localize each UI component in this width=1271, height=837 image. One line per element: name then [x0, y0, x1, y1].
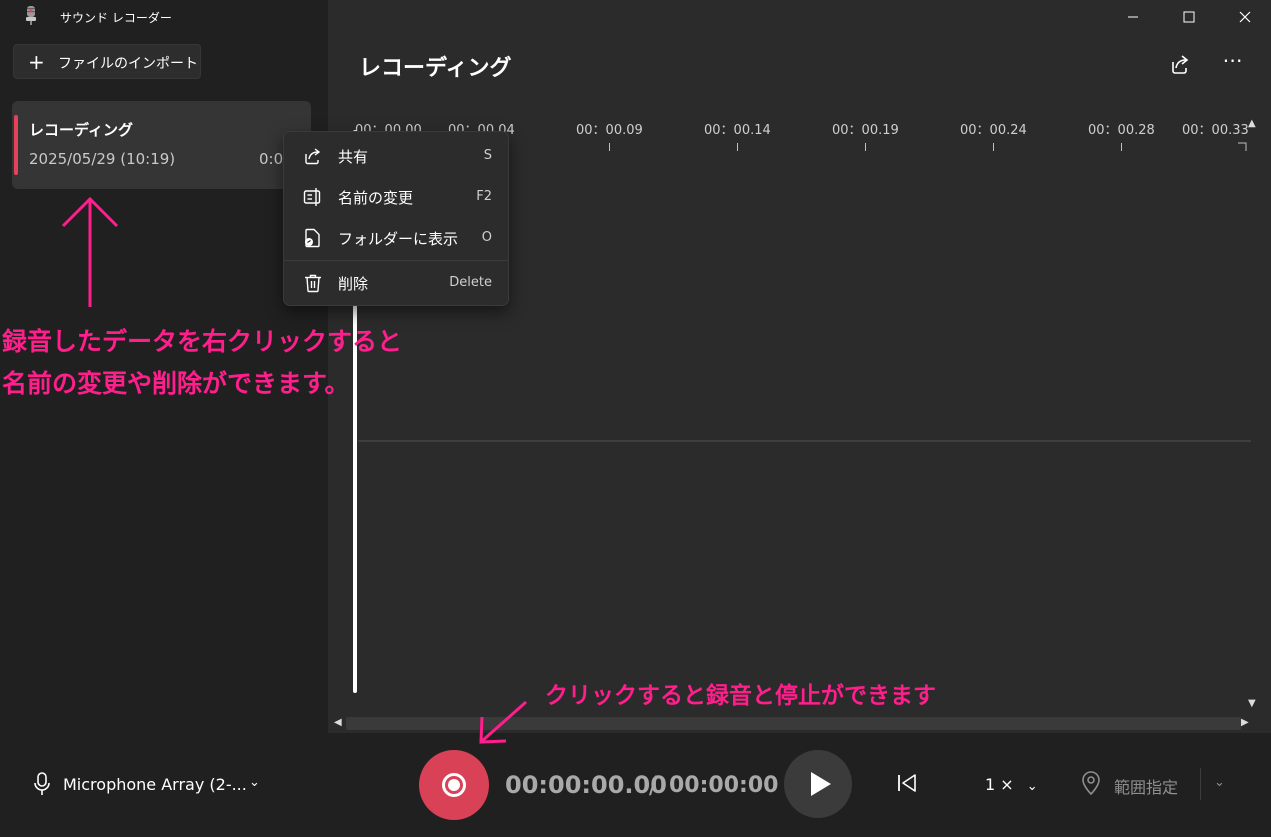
- microphone-app-icon: [26, 6, 36, 25]
- menu-item-rename[interactable]: 名前の変更 F2: [284, 180, 510, 214]
- annotation-sidebar-note-1: 録音したデータを右クリックすると: [2, 327, 403, 356]
- recording-list-item[interactable]: レコーディング 2025/05/29 (10:19) 0:00: [12, 101, 311, 189]
- divider: [1200, 768, 1201, 800]
- menu-item-shortcut: F2: [476, 189, 492, 204]
- page-title: レコーディング: [359, 56, 512, 81]
- timeline-label: 00：00.28: [1088, 123, 1155, 138]
- scroll-left-icon[interactable]: ◀: [334, 717, 342, 728]
- chevron-down-icon[interactable]: ⌄: [1214, 775, 1225, 790]
- menu-item-show-in-folder[interactable]: フォルダーに表示 O: [284, 221, 510, 255]
- menu-item-delete[interactable]: 削除 Delete: [284, 266, 510, 300]
- share-icon: [305, 148, 321, 165]
- minimize-button[interactable]: [1113, 4, 1153, 30]
- import-file-button[interactable]: + ファイルのインポート: [13, 44, 201, 79]
- skip-back-icon[interactable]: [895, 771, 919, 795]
- playback-speed-select[interactable]: 1 × ⌄: [985, 775, 1038, 794]
- minimize-icon: [1128, 16, 1138, 18]
- scroll-up-icon[interactable]: ▲: [1248, 118, 1256, 129]
- trash-icon: [305, 274, 321, 293]
- context-menu: 共有 S 名前の変更 F2 フォルダーに表示 O 削除 Delete: [283, 131, 509, 306]
- current-time: 00:00:00.00: [505, 771, 667, 799]
- close-button[interactable]: [1225, 4, 1265, 30]
- more-options-icon[interactable]: ⋯: [1218, 50, 1248, 78]
- title-bar: サウンド レコーダー: [0, 0, 328, 34]
- timeline-end-marker: [1238, 142, 1247, 151]
- menu-item-shortcut: S: [483, 148, 492, 163]
- timeline-tick: [865, 143, 866, 151]
- plus-icon: +: [28, 50, 45, 74]
- timeline-tick: [737, 143, 738, 151]
- location-pin-icon[interactable]: [1080, 770, 1102, 796]
- microphone-select[interactable]: Microphone Array (2-...: [63, 775, 247, 794]
- microphone-icon: [34, 772, 50, 795]
- play-icon: [811, 772, 831, 796]
- selection-indicator: [14, 115, 18, 175]
- annotation-arrow-up: [61, 196, 119, 307]
- timeline-label: 00：00.14: [704, 123, 771, 138]
- close-icon: [1239, 11, 1251, 23]
- play-button[interactable]: [784, 750, 852, 818]
- share-icon[interactable]: [1164, 50, 1194, 78]
- playback-speed-value: 1 ×: [985, 775, 1014, 794]
- menu-item-label: 共有: [338, 148, 369, 166]
- chevron-down-icon: ⌄: [1026, 779, 1038, 794]
- app-title: サウンド レコーダー: [60, 11, 172, 25]
- timeline-label: 00：00.33: [1182, 123, 1249, 138]
- chevron-down-icon[interactable]: ⌄: [249, 775, 260, 790]
- timeline-tick: [993, 143, 994, 151]
- recording-date: 2025/05/29 (10:19): [29, 150, 176, 168]
- waveform-baseline: [358, 440, 1251, 442]
- timeline-tick: [609, 143, 610, 151]
- total-time: 00:00:00: [669, 773, 779, 798]
- record-button[interactable]: [419, 750, 489, 820]
- menu-item-label: 削除: [338, 275, 369, 293]
- range-select-label[interactable]: 範囲指定: [1114, 774, 1178, 798]
- horizontal-scrollbar[interactable]: ◀ ▶: [328, 714, 1258, 732]
- menu-item-label: 名前の変更: [338, 189, 414, 207]
- menu-item-share[interactable]: 共有 S: [284, 139, 510, 173]
- recording-name: レコーディング: [29, 121, 133, 139]
- menu-item-label: フォルダーに表示: [338, 230, 459, 248]
- annotation-arrow-down-left: [479, 700, 527, 744]
- timeline-label: 00：00.19: [832, 123, 899, 138]
- rename-icon: [303, 188, 321, 206]
- vertical-scrollbar[interactable]: ▲ ▼: [1248, 118, 1258, 714]
- import-file-label: ファイルのインポート: [58, 56, 198, 72]
- timeline-tick: [1121, 143, 1122, 151]
- timeline-label: 00：00.24: [960, 123, 1027, 138]
- record-dot: [448, 779, 460, 791]
- folder-file-icon: [305, 228, 320, 248]
- scroll-right-icon[interactable]: ▶: [1241, 717, 1249, 728]
- main-panel: レコーディング ⋯ 00：00.00 00：00.04 00：00.09 00：…: [328, 0, 1271, 733]
- maximize-icon: [1183, 11, 1195, 23]
- time-separator: /: [649, 771, 658, 799]
- menu-divider: [284, 260, 508, 261]
- menu-item-shortcut: Delete: [449, 275, 492, 290]
- maximize-button[interactable]: [1169, 4, 1209, 30]
- timeline-label: 00：00.09: [576, 123, 643, 138]
- annotation-sidebar-note-2: 名前の変更や削除ができます。: [2, 369, 350, 398]
- menu-item-shortcut: O: [481, 230, 492, 245]
- annotation-record-note: クリックすると録音と停止ができます: [545, 683, 936, 709]
- playback-bar: Microphone Array (2-... ⌄ 00:00:00.00 / …: [0, 733, 1271, 837]
- scroll-down-icon[interactable]: ▼: [1248, 698, 1256, 709]
